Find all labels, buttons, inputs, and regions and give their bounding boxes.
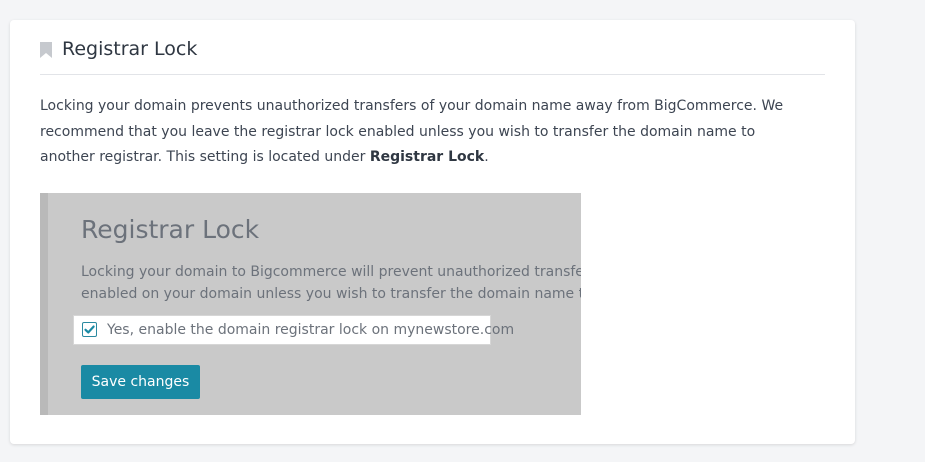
preview-text-line2: enabled on your domain unless you wish t… <box>81 286 581 302</box>
registrar-lock-checkbox-row[interactable]: Yes, enable the domain registrar lock on… <box>73 315 514 345</box>
checkbox-label: Yes, enable the domain registrar lock on… <box>107 322 515 338</box>
description-end: . <box>484 149 489 165</box>
card-description: Locking your domain prevents unauthorize… <box>40 94 800 171</box>
preview-text-line1: Locking your domain to Bigcommerce will … <box>81 264 581 280</box>
checkmark-icon <box>84 325 95 334</box>
card-header: Registrar Lock <box>40 38 825 75</box>
registrar-lock-screenshot: Registrar Lock Locking your domain to Bi… <box>40 193 581 415</box>
preview-description: Locking your domain to Bigcommerce will … <box>81 261 581 305</box>
preview-title: Registrar Lock <box>81 215 260 244</box>
registrar-lock-card: Registrar Lock Locking your domain preve… <box>10 20 855 444</box>
description-bold: Registrar Lock <box>369 149 485 165</box>
registrar-lock-checkbox[interactable] <box>82 322 97 337</box>
save-changes-button[interactable]: Save changes <box>81 365 200 399</box>
bookmark-icon <box>40 42 52 58</box>
card-title: Registrar Lock <box>62 38 198 60</box>
